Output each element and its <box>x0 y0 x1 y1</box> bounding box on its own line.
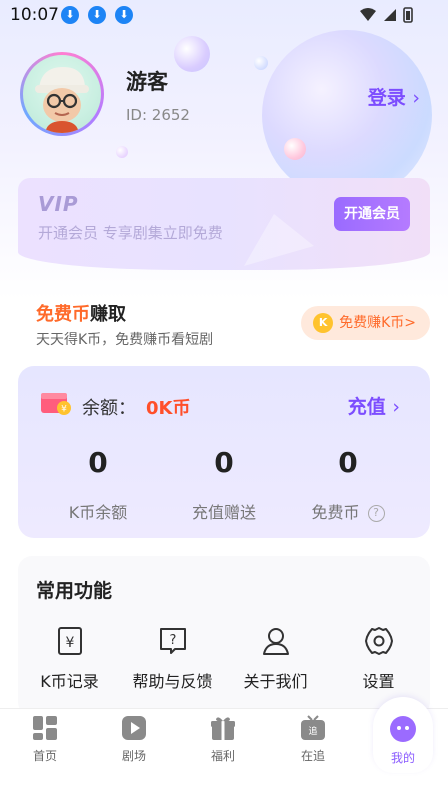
k-coin-icon: K <box>313 313 334 333</box>
earn-coin-button[interactable]: K 免费赚K币> <box>301 306 430 340</box>
tab-label: 剧场 <box>121 749 146 763</box>
free-coin-title-rest: 赚取 <box>90 304 126 325</box>
profile-header: 游客 ID: 2652 登录 › <box>0 50 448 150</box>
download-icon: ⬇ <box>61 6 79 24</box>
stat-recharge-bonus: 0 充值赠送 <box>164 446 284 523</box>
function-about-us[interactable]: 关于我们 <box>224 626 327 692</box>
tab-mine[interactable]: 我的 <box>358 715 448 766</box>
tab-following[interactable]: 追 在追 <box>268 715 358 764</box>
function-k-coin-record[interactable]: ¥ K币记录 <box>18 626 121 692</box>
svg-text:¥: ¥ <box>61 405 67 415</box>
svg-text:¥: ¥ <box>65 635 74 651</box>
stat-label: 免费币 <box>311 503 360 522</box>
recharge-button[interactable]: 充值 › <box>348 392 400 419</box>
earn-coin-label: 免费赚K币> <box>339 315 416 331</box>
tab-label: 我的 <box>390 751 415 765</box>
stat-value: 0 <box>214 446 234 479</box>
bottom-tab-bar: 首页 剧场 福利 追 在追 我的 <box>0 697 448 796</box>
stat-value: 0 <box>338 446 358 479</box>
tab-label: 首页 <box>32 749 57 763</box>
stat-free-coin: 0 免费币? <box>288 446 408 523</box>
chevron-right-icon: › <box>412 87 420 109</box>
gift-icon <box>211 717 235 740</box>
user-icon <box>262 628 289 655</box>
function-settings[interactable]: 设置 <box>327 626 430 692</box>
free-coin-title-accent: 免费币 <box>36 304 90 325</box>
common-functions-card: 常用功能 ¥ K币记录 ? 帮助与反馈 关于我们 设置 <box>18 556 430 716</box>
system-status-icons <box>360 7 413 23</box>
balance-value: 0K币 <box>146 398 191 419</box>
play-icon <box>122 716 146 740</box>
login-button[interactable]: 登录 › <box>368 83 420 110</box>
balance-label: 余额： <box>82 398 136 419</box>
avatar[interactable] <box>20 52 104 136</box>
tab-label: 福利 <box>210 749 235 763</box>
gear-icon <box>364 627 393 655</box>
free-coin-section: 免费币赚取 天天得K币，免费赚币看短剧 K 免费赚K币> <box>18 296 430 352</box>
function-label: 帮助与反馈 <box>132 672 213 691</box>
free-coin-title: 免费币赚取 <box>36 300 126 326</box>
wallet-icon: ¥ <box>41 393 71 415</box>
home-grid-icon <box>33 716 57 740</box>
svg-text:?: ? <box>169 633 176 648</box>
stat-label: K币余额 <box>68 503 128 522</box>
stat-label-row: 免费币? <box>288 499 408 523</box>
stat-label: 充值赠送 <box>191 503 256 522</box>
username: 游客 <box>126 70 168 94</box>
function-label: 设置 <box>362 672 395 691</box>
vip-logo: VIP <box>38 192 79 216</box>
download-icon: ⬇ <box>88 6 106 24</box>
free-coin-subtitle: 天天得K币，免费赚币看短剧 <box>36 332 214 348</box>
tv-follow-icon: 追 <box>301 715 325 740</box>
tab-theater[interactable]: 剧场 <box>89 715 179 764</box>
function-label: K币记录 <box>40 672 99 691</box>
download-icon: ⬇ <box>115 6 133 24</box>
balance-card: ¥ 余额： 0K币 充值 › 0 K币余额 0 充值赠送 0 免费币? <box>18 366 430 538</box>
avatar-image <box>23 55 101 133</box>
status-time: 10:07 <box>10 5 59 25</box>
open-vip-button[interactable]: 开通会员 <box>334 197 410 231</box>
help-icon: ? <box>159 628 186 654</box>
tab-label: 在追 <box>300 749 325 763</box>
login-label: 登录 <box>367 87 406 109</box>
profile-icon <box>390 716 416 742</box>
status-bar: 10:07 ⬇ ⬇ ⬇ <box>0 0 448 30</box>
function-label: 关于我们 <box>243 672 308 691</box>
recharge-label: 充值 <box>347 396 386 418</box>
stat-value: 0 <box>88 446 108 479</box>
svg-text:追: 追 <box>308 725 317 737</box>
chevron-right-icon: › <box>392 396 400 418</box>
avatar-character-icon <box>35 67 89 133</box>
question-icon[interactable]: ? <box>367 505 385 522</box>
function-help-feedback[interactable]: ? 帮助与反馈 <box>121 626 224 692</box>
user-id: ID: 2652 <box>126 106 190 124</box>
vip-card[interactable]: VIP 开通会员 专享剧集立即免费 开通会员 <box>18 178 430 270</box>
vip-decor-icon <box>244 214 314 266</box>
yen-record-icon: ¥ <box>57 627 82 655</box>
tab-home[interactable]: 首页 <box>0 715 90 764</box>
vip-description: 开通会员 专享剧集立即免费 <box>38 224 223 242</box>
section-title: 常用功能 <box>36 580 113 602</box>
tab-welfare[interactable]: 福利 <box>178 715 268 764</box>
stat-k-coin-balance: 0 K币余额 <box>38 446 158 523</box>
